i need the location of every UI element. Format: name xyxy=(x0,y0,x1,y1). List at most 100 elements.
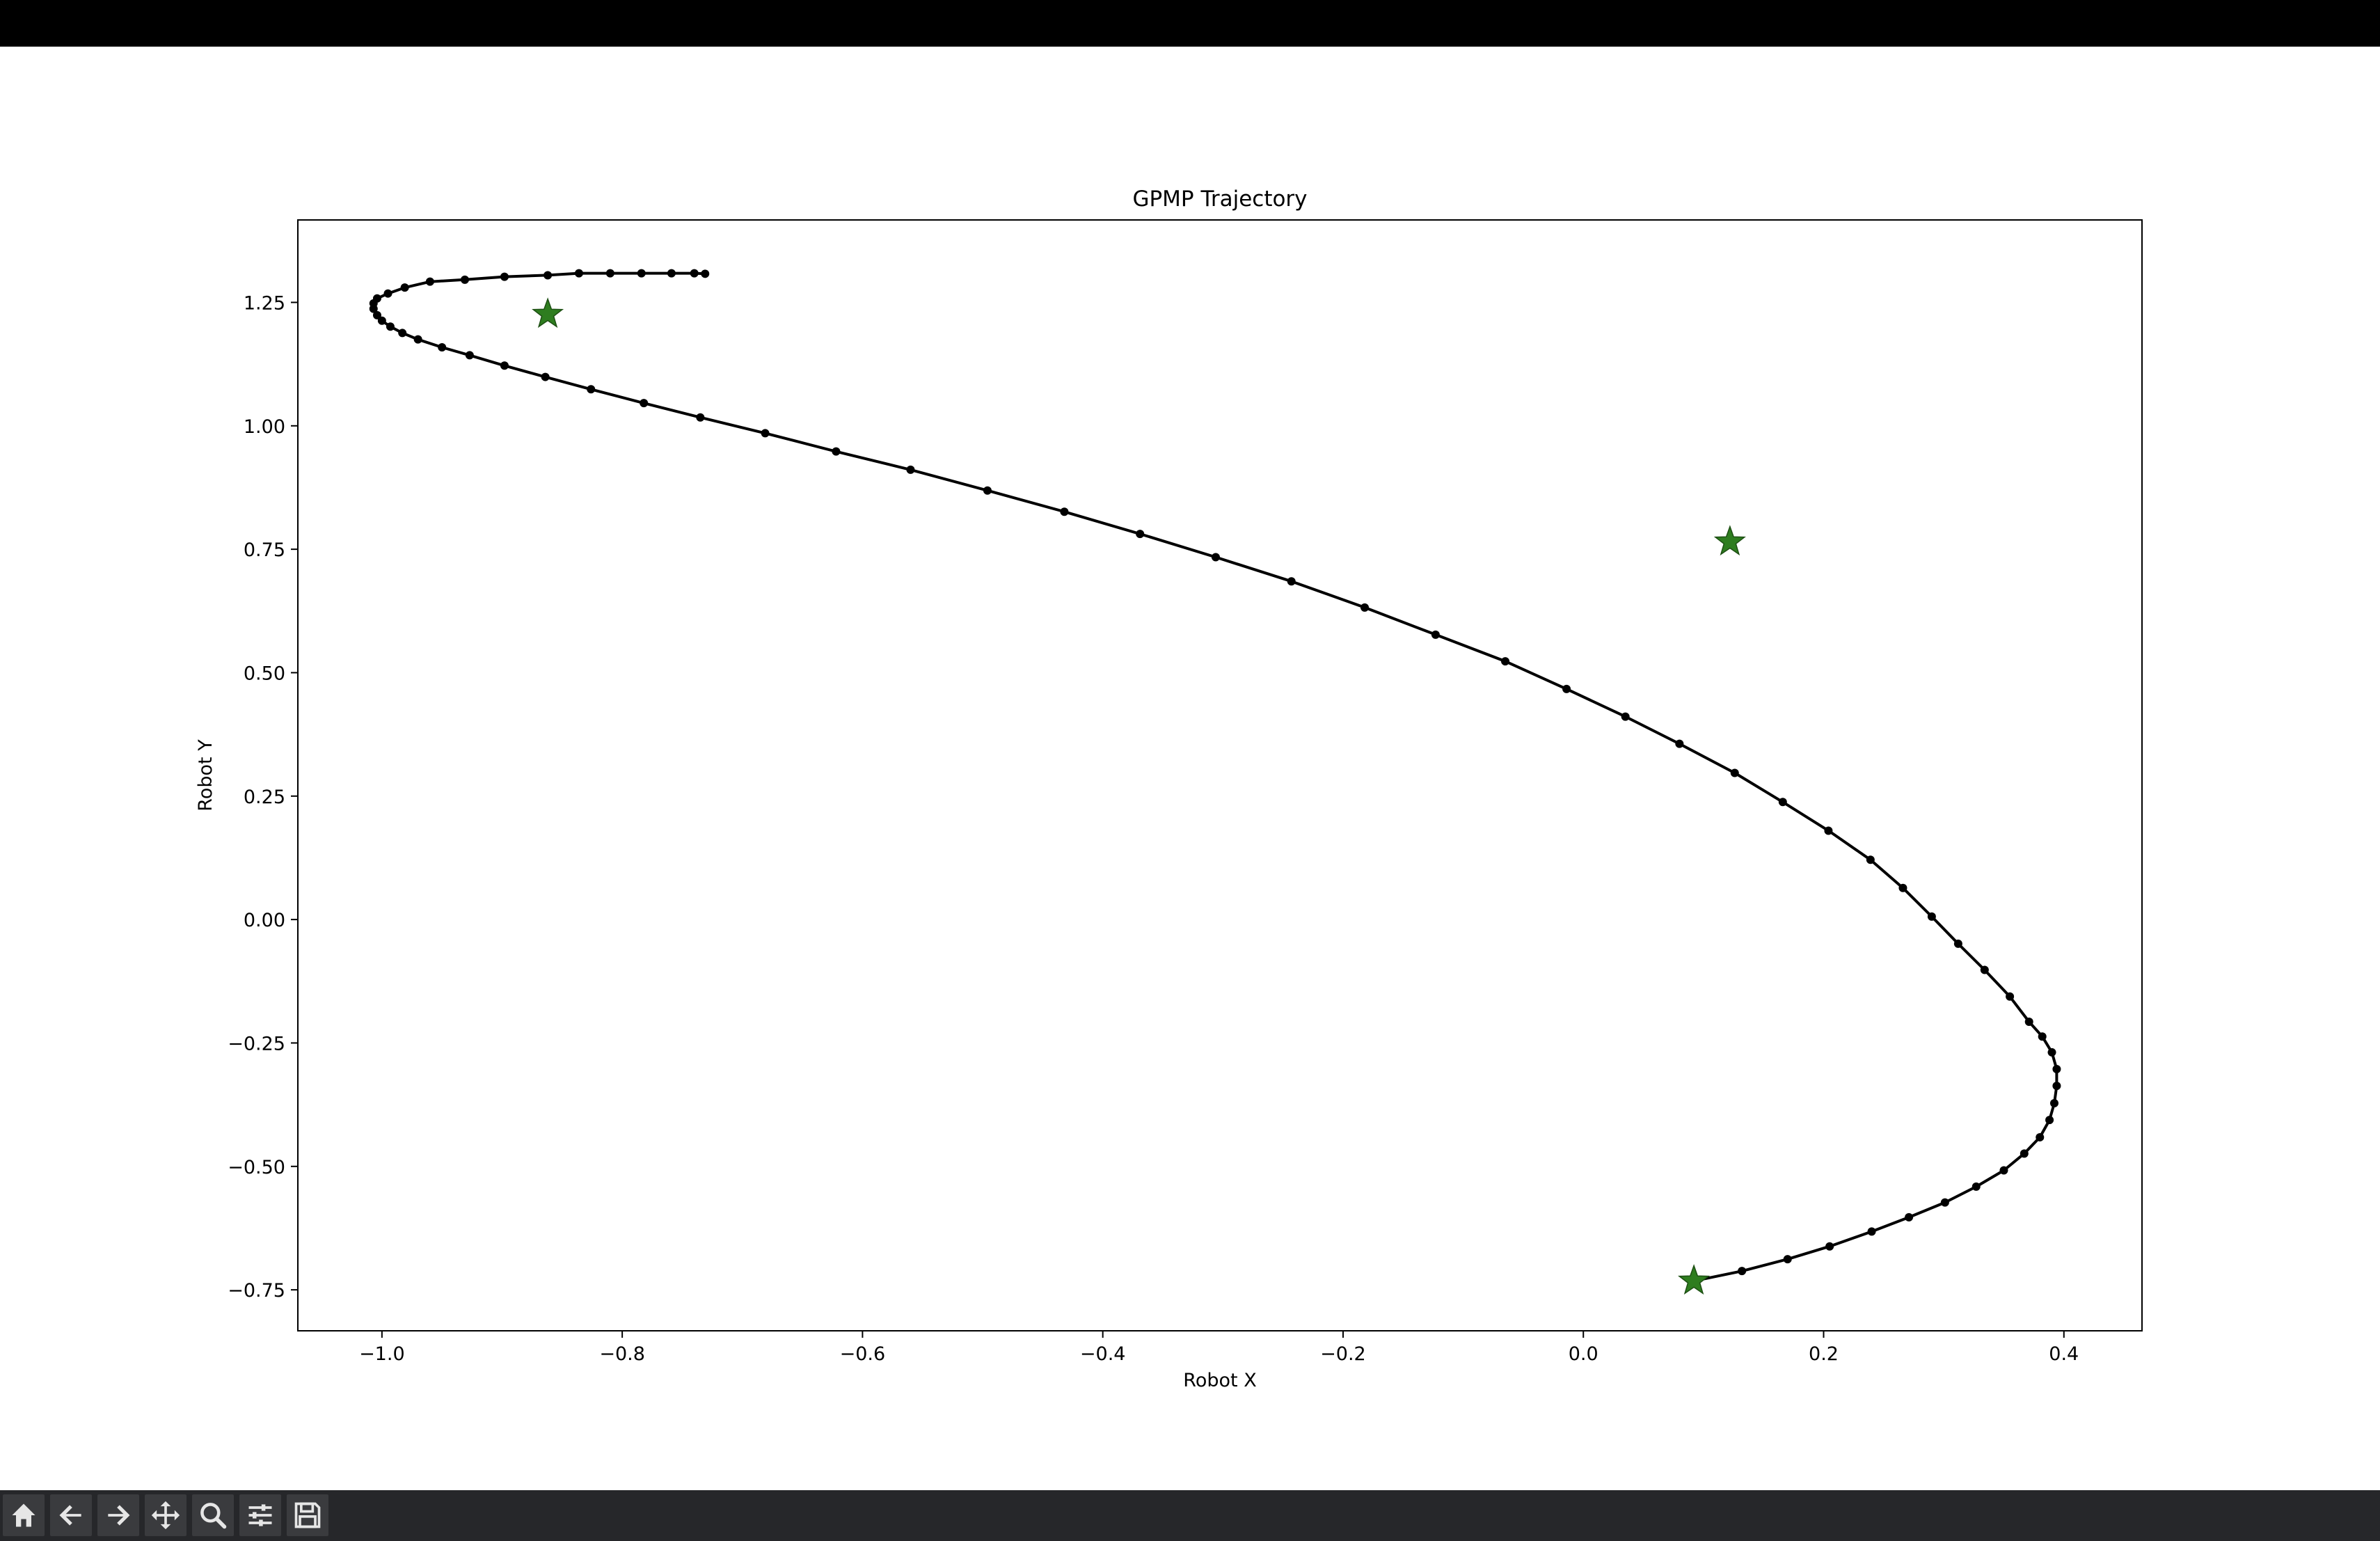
zoom-icon xyxy=(200,1503,227,1529)
trajectory-point xyxy=(1287,577,1296,586)
trajectory-point xyxy=(400,283,409,292)
y-tick-label: 1.00 xyxy=(244,416,285,438)
trajectory-point xyxy=(386,322,395,331)
trajectory-point xyxy=(667,269,676,278)
trajectory-point xyxy=(761,429,770,438)
trajectory-point xyxy=(1738,1267,1747,1276)
trajectory-point xyxy=(1824,826,1833,835)
x-tick-label: −0.2 xyxy=(1320,1343,1366,1365)
trajectory-point xyxy=(640,399,649,408)
home-icon xyxy=(12,1503,35,1527)
trajectory-point xyxy=(2047,1048,2056,1057)
trajectory-point xyxy=(2052,1065,2061,1074)
x-tick-label: 0.0 xyxy=(1569,1343,1598,1365)
trajectory-point xyxy=(1867,1227,1876,1236)
trajectory-point xyxy=(696,413,705,422)
trajectory-point xyxy=(1730,768,1739,777)
trajectory-point xyxy=(2020,1149,2029,1158)
trajectory-point xyxy=(2045,1116,2054,1125)
trajectory-point xyxy=(1927,912,1936,921)
trajectory-point xyxy=(983,486,992,495)
back-button[interactable] xyxy=(50,1494,92,1536)
trajectory-point xyxy=(1136,530,1145,539)
trajectory-point xyxy=(832,447,841,456)
forward-button[interactable] xyxy=(97,1494,139,1536)
trajectory-point xyxy=(465,351,474,360)
y-tick-label: −0.25 xyxy=(228,1033,285,1054)
trajectory-point xyxy=(398,329,407,338)
trajectory-point xyxy=(500,361,509,370)
trajectory-point xyxy=(906,465,915,474)
pan-button[interactable] xyxy=(145,1494,187,1536)
x-tick-label: 0.2 xyxy=(1809,1343,1839,1365)
trajectory-point xyxy=(1431,630,1440,639)
trajectory-point xyxy=(2006,992,2015,1001)
trajectory-point xyxy=(2024,1017,2033,1026)
trajectory-point xyxy=(413,335,422,344)
x-tick-label: −0.4 xyxy=(1080,1343,1126,1365)
trajectory-point xyxy=(2038,1032,2047,1041)
trajectory-point xyxy=(383,289,392,298)
trajectory-point xyxy=(701,269,710,278)
plot-area xyxy=(297,219,2143,1331)
trajectory-point xyxy=(2052,1082,2061,1091)
trajectory-point xyxy=(1675,739,1684,748)
trajectory-point xyxy=(425,277,434,286)
trajectory-point xyxy=(1562,684,1571,693)
y-axis-label: Robot Y xyxy=(195,739,216,812)
trajectory-point xyxy=(605,269,614,278)
trajectory-point xyxy=(1953,939,1962,948)
x-tick-label: 0.4 xyxy=(2049,1343,2079,1365)
trajectory-point xyxy=(500,272,509,281)
y-tick-label: 1.25 xyxy=(244,292,285,314)
trajectory-point xyxy=(1905,1212,1914,1222)
trajectory-point xyxy=(372,294,381,303)
x-tick-label: −0.8 xyxy=(599,1343,645,1365)
back-icon xyxy=(59,1505,81,1526)
trajectory-point xyxy=(1501,657,1510,666)
y-tick-label: 0.00 xyxy=(244,910,285,931)
trajectory-point xyxy=(1825,1242,1834,1251)
save-button[interactable] xyxy=(287,1494,328,1536)
trajectory-point xyxy=(587,385,596,394)
x-axis-label: Robot X xyxy=(1183,1370,1256,1391)
navigation-toolbar xyxy=(0,1490,2380,1541)
home-button[interactable] xyxy=(3,1494,45,1536)
trajectory-point xyxy=(1211,553,1220,562)
trajectory-point xyxy=(1060,507,1069,516)
y-tick-label: −0.50 xyxy=(228,1157,285,1178)
trajectory-point xyxy=(1898,883,1907,892)
trajectory-point xyxy=(690,269,699,278)
trajectory-point xyxy=(1940,1198,1949,1207)
chart-title: GPMP Trajectory xyxy=(1132,187,1307,212)
trajectory-point xyxy=(1783,1255,1792,1264)
figure-canvas[interactable]: GPMP Trajectory Robot X Robot Y −1.0 −0.8… xyxy=(0,47,2380,1490)
y-tick-label: −0.75 xyxy=(228,1280,285,1302)
trajectory-point xyxy=(1866,855,1875,864)
trajectory-point xyxy=(1980,965,1989,974)
window-title-bar xyxy=(0,0,2380,47)
trajectory-point xyxy=(1778,798,1787,807)
pan-icon xyxy=(151,1501,180,1530)
trajectory-point xyxy=(460,275,469,284)
trajectory-point xyxy=(637,269,646,278)
y-tick-label: 0.25 xyxy=(244,787,285,808)
trajectory-point xyxy=(1972,1182,1981,1191)
y-tick-label: 0.50 xyxy=(244,663,285,684)
trajectory-point xyxy=(1360,603,1370,612)
x-tick-label: −0.6 xyxy=(840,1343,886,1365)
trajectory-chart: GPMP Trajectory Robot X Robot Y −1.0 −0.8… xyxy=(195,187,2143,1391)
y-tick-label: 0.75 xyxy=(244,539,285,561)
trajectory-point xyxy=(541,372,550,381)
trajectory-point xyxy=(2036,1132,2045,1141)
zoom-button[interactable] xyxy=(192,1494,234,1536)
forward-icon xyxy=(108,1505,130,1526)
configure-subplots-button[interactable] xyxy=(239,1494,281,1536)
trajectory-point xyxy=(1621,712,1630,721)
save-icon xyxy=(294,1502,321,1528)
trajectory-point xyxy=(438,343,447,352)
configure-subplots-icon xyxy=(248,1504,272,1526)
trajectory-point xyxy=(574,269,583,278)
trajectory-point xyxy=(1999,1166,2008,1175)
x-tick-label: −1.0 xyxy=(359,1343,405,1365)
